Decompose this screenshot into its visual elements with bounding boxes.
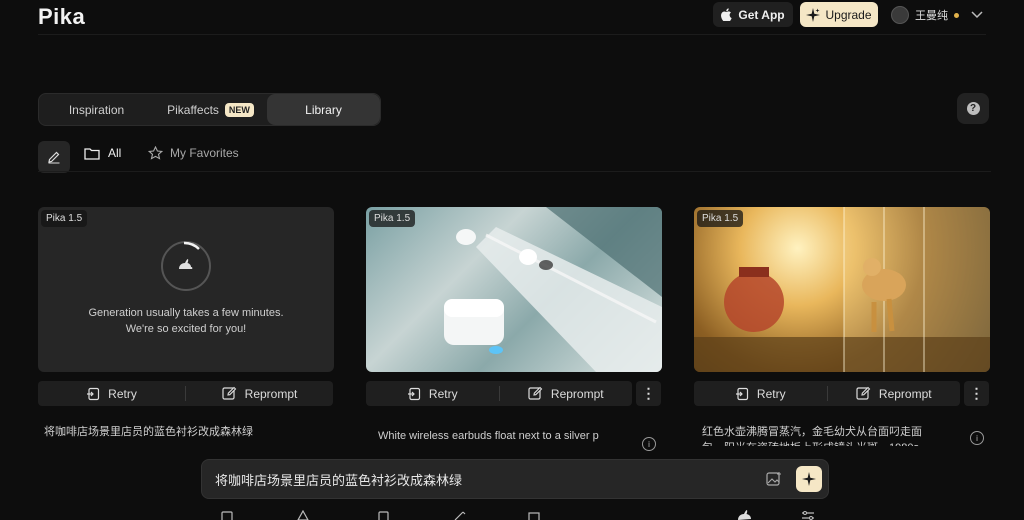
video-card[interactable]: Pika 1.5 [366,207,662,372]
retry-icon [407,387,421,400]
pencil-icon [48,151,60,164]
get-app-label: Get App [738,7,785,22]
retry-label: Retry [428,386,458,401]
tab-library[interactable]: Library [267,94,380,125]
effects-tool-icon[interactable] [296,510,310,520]
kitchen-thumbnail [694,207,990,372]
reprompt-label: Reprompt [244,386,298,401]
filter-all-label: All [108,146,122,160]
reprompt-button[interactable]: Reprompt [500,381,633,406]
version-badge: Pika 1.5 [697,210,744,227]
user-name: 王曼纯 [915,10,948,22]
info-icon[interactable]: i [642,437,656,451]
filter-all[interactable]: All [84,146,121,160]
retry-icon [735,387,749,400]
retry-button[interactable]: Retry [38,381,185,406]
card-prompt: 将咖啡店场景里店员的蓝色衬衫改成森林绿 [44,426,253,438]
filter-divider [38,171,991,172]
card-actions: Retry Reprompt [694,381,960,406]
edit-icon [222,386,236,400]
info-icon[interactable]: i [970,431,984,445]
header-divider [38,34,986,35]
retry-button[interactable]: Retry [366,381,499,406]
edit-icon [856,386,871,400]
edit-icon [528,386,543,400]
reprompt-button[interactable]: Reprompt [186,381,333,406]
filter-favorites[interactable]: My Favorites [148,146,239,160]
version-badge: Pika 1.5 [369,210,416,227]
prompt-input[interactable] [202,470,766,488]
settings-sliders-icon[interactable] [801,510,815,520]
sparkle-icon [802,472,816,486]
generation-status-text: Generation usually takes a few minutes. … [88,307,284,335]
generate-button[interactable] [796,466,822,492]
card-actions: Retry Reprompt [38,381,333,406]
user-menu[interactable]: 王曼纯 [891,6,983,24]
video-card-generating[interactable]: Pika 1.5 Generation usually takes a few … [38,207,334,372]
more-vertical-icon: ⋮ [641,385,656,401]
card-prompt: 红色水壶沸腾冒蒸汽，金毛幼犬从台面叼走面 [702,426,922,438]
help-icon: ? [966,102,980,115]
reprompt-button[interactable]: Reprompt [828,381,961,406]
apple-icon [721,8,732,21]
retry-icon [87,387,100,400]
more-options-button[interactable]: ⋮ [964,381,989,406]
upgrade-label: Upgrade [825,7,872,22]
tab-label: Pikaffects [167,102,219,117]
version-badge: Pika 1.5 [41,210,88,227]
card-actions: Retry Reprompt [366,381,632,406]
card-prompt-line2: 包，阳光在瓷砖地板上形成镜头光斑，1980s [702,439,942,446]
folder-icon [84,147,100,160]
reprompt-label: Reprompt [878,386,932,401]
loading-spinner [161,241,211,291]
avatar [891,6,909,24]
tab-label: Library [305,102,342,117]
filter-favorites-label: My Favorites [170,146,239,160]
prompt-bar [201,459,829,499]
magic-wand-tool-icon[interactable] [453,510,467,520]
new-badge: NEW [224,102,254,117]
tab-label: Inspiration [68,102,125,117]
more-options-button[interactable]: ⋮ [636,381,661,406]
pika-logo[interactable]: Pika [38,4,85,30]
sparkle-icon [806,7,821,22]
help-button[interactable]: ? [957,93,989,124]
retry-label: Retry [108,386,137,401]
rabbit-icon [179,259,193,269]
status-dot [954,12,959,18]
scene-tool-icon[interactable] [527,510,541,520]
tab-pikaffects[interactable]: Pikaffects NEW [154,94,267,125]
video-card[interactable]: Pika 1.5 [694,207,990,372]
reprompt-label: Reprompt [550,386,604,401]
retry-tool-icon[interactable] [376,510,390,520]
upgrade-button[interactable]: Upgrade [800,2,878,27]
retry-label: Retry [756,386,786,401]
library-tabs: Inspiration Pikaffects NEW Library [38,93,381,126]
earbuds-thumbnail [366,207,662,372]
rabbit-icon[interactable] [736,510,754,520]
chevron-down-icon [971,11,983,19]
image-tool-icon[interactable] [220,510,234,520]
star-icon [148,146,163,160]
retry-button[interactable]: Retry [694,381,827,406]
image-add-icon[interactable] [766,471,782,487]
more-vertical-icon: ⋮ [969,385,984,401]
tab-inspiration[interactable]: Inspiration [39,94,154,125]
get-app-button[interactable]: Get App [713,2,793,27]
card-prompt: White wireless earbuds float next to a s… [378,430,599,442]
edit-button[interactable] [38,141,70,173]
